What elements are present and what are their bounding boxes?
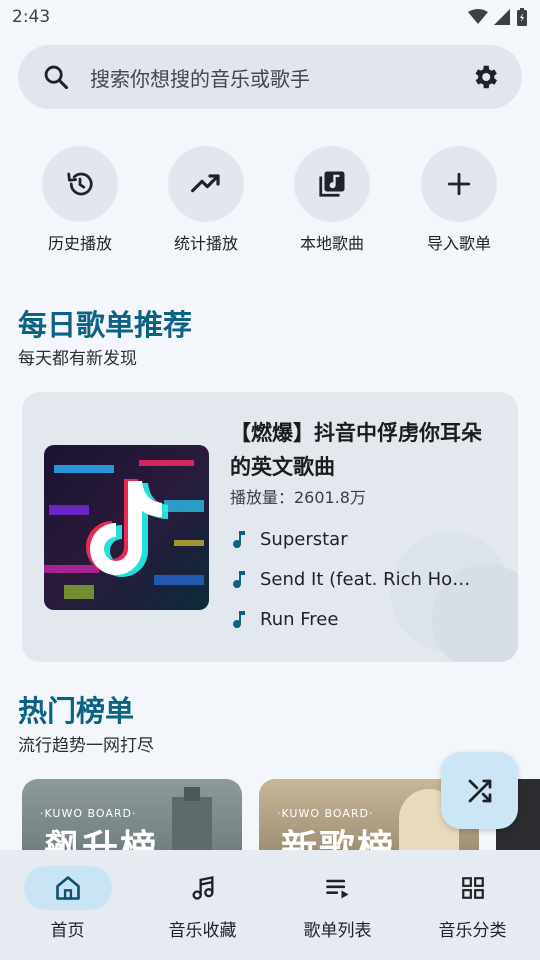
home-icon	[55, 876, 80, 900]
playlist-icon	[325, 879, 348, 899]
quick-label-local: 本地歌曲	[299, 234, 364, 253]
search-icon[interactable]	[42, 63, 70, 91]
song-item[interactable]: Superstar	[230, 524, 500, 554]
quick-actions: 历史播放 统计播放 本地歌曲 导入歌单	[0, 146, 540, 256]
charts-section-subtitle: 流行趋势一网打尽	[18, 736, 154, 756]
chart-board-card[interactable]: ·KUWO BOARD· 飙升榜	[22, 779, 242, 859]
history-icon	[67, 172, 93, 196]
quick-label-import: 导入歌单	[426, 234, 491, 253]
music-note-icon	[192, 876, 213, 900]
quick-history[interactable]: 历史播放	[25, 146, 135, 254]
battery-icon	[517, 8, 527, 26]
status-bar: 2:43	[0, 0, 540, 34]
charts-section-title: 热门榜单	[18, 694, 135, 728]
history-button[interactable]	[42, 146, 118, 222]
music-note-icon	[233, 571, 245, 589]
local-songs-button[interactable]	[294, 146, 370, 222]
nav-label-playlists: 歌单列表	[303, 921, 372, 941]
nav-home[interactable]: 首页	[0, 866, 135, 941]
quick-label-history: 历史播放	[47, 234, 112, 253]
nav-label-favorites: 音乐收藏	[168, 921, 237, 941]
playlist-title[interactable]: 【燃爆】抖音中俘虏你耳朵的英文歌曲	[230, 416, 500, 484]
plus-icon	[447, 172, 471, 196]
song-title: Send It (feat. Rich Homie Quan)	[260, 568, 482, 590]
stats-button[interactable]	[168, 146, 244, 222]
quick-local[interactable]: 本地歌曲	[277, 146, 387, 254]
grid-icon	[461, 877, 484, 899]
bottom-nav: 首页 音乐收藏 歌单列表 音乐分类	[0, 850, 540, 960]
nav-label-categories: 音乐分类	[438, 921, 507, 941]
quick-stats[interactable]: 统计播放	[151, 146, 261, 254]
quick-import[interactable]: 导入歌单	[404, 146, 514, 254]
daily-playlist-card[interactable]: 【燃爆】抖音中俘虏你耳朵的英文歌曲 播放量：2601.8万 Superstar …	[22, 392, 518, 662]
status-icons	[468, 8, 528, 26]
library-music-icon	[319, 171, 345, 197]
quick-label-stats: 统计播放	[173, 234, 238, 253]
signal-icon	[494, 9, 510, 25]
playlist-cover[interactable]	[44, 445, 209, 610]
song-item[interactable]: Send It (feat. Rich Homie Quan)	[230, 564, 500, 594]
music-note-icon	[233, 531, 245, 549]
import-playlist-button[interactable]	[421, 146, 497, 222]
search-placeholder[interactable]: 搜索你想搜的音乐或歌手	[90, 63, 470, 92]
nav-playlists[interactable]: 歌单列表	[270, 866, 405, 941]
search-bar[interactable]: 搜索你想搜的音乐或歌手	[18, 45, 522, 109]
music-note-icon	[233, 611, 245, 629]
nav-favorites[interactable]: 音乐收藏	[135, 866, 270, 941]
song-item[interactable]: Run Free	[230, 604, 500, 634]
nav-categories[interactable]: 音乐分类	[405, 866, 540, 941]
song-title: Superstar	[260, 528, 348, 550]
tiktok-cover-image	[44, 445, 209, 610]
trending-up-icon	[191, 174, 220, 193]
status-time: 2:43	[12, 7, 51, 27]
daily-section-title: 每日歌单推荐	[18, 308, 193, 342]
wifi-icon	[468, 9, 488, 24]
shuffle-icon	[468, 779, 491, 802]
playlist-play-count: 播放量：2601.8万	[230, 488, 366, 507]
settings-icon[interactable]	[470, 62, 500, 92]
song-title: Run Free	[260, 608, 339, 630]
daily-section-subtitle: 每天都有新发现	[18, 349, 137, 369]
shuffle-fab[interactable]	[441, 752, 518, 829]
nav-label-home: 首页	[50, 921, 85, 941]
